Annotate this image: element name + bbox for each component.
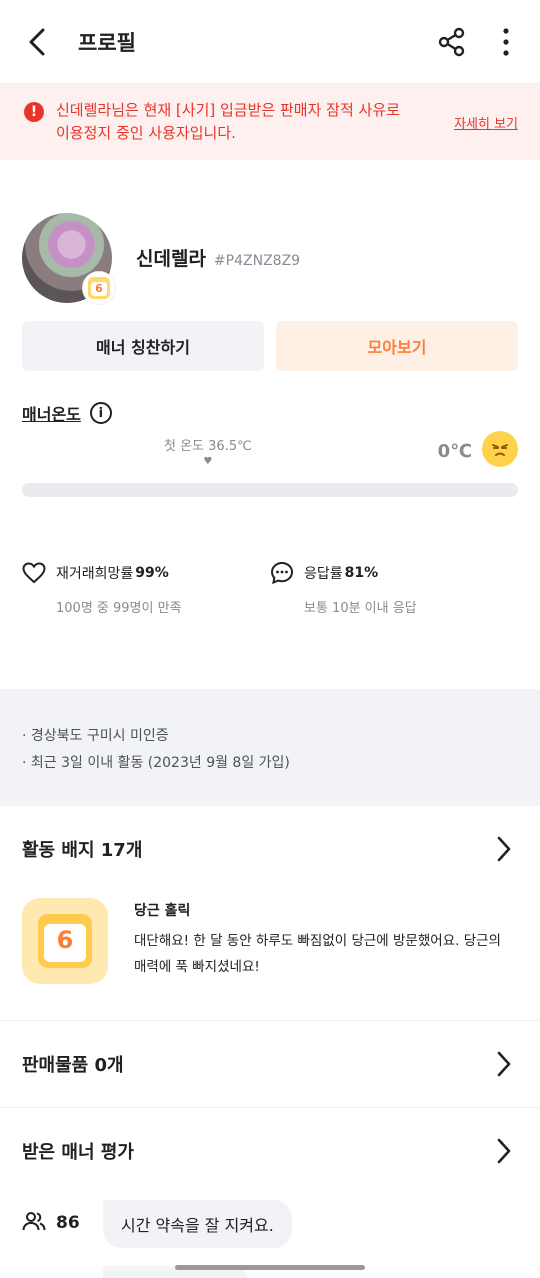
angry-face-icon xyxy=(482,431,518,467)
chevron-left-icon xyxy=(29,28,45,55)
avatar-badge: 6 xyxy=(82,270,116,305)
nickname-block: 신데렐라 #P4ZNZ8Z9 xyxy=(136,244,300,271)
sales-header[interactable]: 판매물품 0개 xyxy=(0,1021,540,1107)
review-row: 86 시간 약속을 잘 지켜요. xyxy=(22,1200,518,1248)
badges-section: 활동 배지 17개 6 당근 홀릭 대단해요! 한 달 동안 하루도 빠짐없이 … xyxy=(0,806,540,1021)
review-bubble: 시간 약속을 잘 지켜요. xyxy=(103,1200,292,1248)
collect-button[interactable]: 모아보기 xyxy=(276,321,518,371)
chevron-right-icon xyxy=(492,836,516,862)
nickname: 신데렐라 xyxy=(136,248,206,270)
share-button[interactable] xyxy=(434,24,470,60)
badge-description: 대단해요! 한 달 동안 하루도 빠짐없이 당근에 방문했어요. 당근의 매력에… xyxy=(134,933,501,975)
response-rate: 응답률 81% 보통 10분 이내 응답 xyxy=(270,561,518,689)
region-line: · 경상북도 구미시 미인증 xyxy=(22,728,169,744)
badges-header[interactable]: 활동 배지 17개 xyxy=(0,806,540,892)
home-indicator[interactable] xyxy=(175,1265,365,1270)
trade-stats: 재거래희망률 99% 100명 중 99명이 만족 응답률 81% 보통 10분… xyxy=(0,521,540,689)
back-button[interactable] xyxy=(22,27,52,57)
alert-icon: ! xyxy=(24,102,44,122)
badge-item[interactable]: 6 당근 홀릭 대단해요! 한 달 동안 하루도 빠짐없이 당근에 방문했어요.… xyxy=(0,892,540,1020)
calendar-icon: 6 xyxy=(88,276,110,299)
manner-temperature: 매너온도 i 첫 온도 36.5℃ ♥ 0℃ xyxy=(0,371,540,521)
user-code: #P4ZNZ8Z9 xyxy=(213,253,301,269)
suspension-alert: ! 신데렐라님은 현재 [사기] 입금받은 판매자 잠적 사유로 이용정지 중인… xyxy=(0,84,540,160)
profile-summary: 6 신데렐라 #P4ZNZ8Z9 xyxy=(0,160,540,321)
praise-manner-button[interactable]: 매너 칭찬하기 xyxy=(22,321,264,371)
review-count: 86 xyxy=(56,1213,80,1233)
region-info: · 경상북도 구미시 미인증 · 최근 3일 이내 활동 (2023년 9월 8… xyxy=(0,689,540,806)
rehire-rate: 재거래희망률 99% 100명 중 99명이 만족 xyxy=(22,561,270,689)
chevron-right-icon xyxy=(492,1051,516,1077)
profile-actions: 매너 칭찬하기 모아보기 xyxy=(0,321,540,371)
heart-marker-icon: ♥ xyxy=(203,456,213,467)
app-header: 프로필 xyxy=(0,0,540,84)
alert-message: 신데렐라님은 현재 [사기] 입금받은 판매자 잠적 사유로 이용정지 중인 사… xyxy=(56,101,400,142)
info-icon[interactable]: i xyxy=(89,402,112,424)
heart-icon xyxy=(22,561,46,585)
more-button[interactable] xyxy=(488,24,524,60)
calendar-badge-icon: 6 xyxy=(22,898,108,984)
chevron-right-icon xyxy=(492,1138,516,1164)
manner-label[interactable]: 매너온도 i xyxy=(22,401,518,425)
share-icon xyxy=(438,27,465,56)
alert-detail-link[interactable]: 자세히 보기 xyxy=(454,113,518,132)
badge-title: 당근 홀릭 xyxy=(134,903,191,919)
page-title: 프로필 xyxy=(78,30,136,55)
reviews-header[interactable]: 받은 매너 평가 xyxy=(0,1108,540,1194)
more-vertical-icon xyxy=(503,27,509,56)
people-icon xyxy=(22,1211,46,1236)
sales-section: 판매물품 0개 xyxy=(0,1021,540,1108)
reviews-section: 받은 매너 평가 86 시간 약속을 잘 지켜요. 79 xyxy=(0,1108,540,1278)
temperature-bar xyxy=(22,483,518,497)
current-temperature: 0℃ xyxy=(437,441,472,462)
chat-bubble-icon xyxy=(270,561,294,585)
avatar[interactable]: 6 xyxy=(22,212,116,305)
first-temperature: 첫 온도 36.5℃ ♥ xyxy=(164,439,252,467)
activity-line: · 최근 3일 이내 활동 (2023년 9월 8일 가입) xyxy=(22,755,290,771)
